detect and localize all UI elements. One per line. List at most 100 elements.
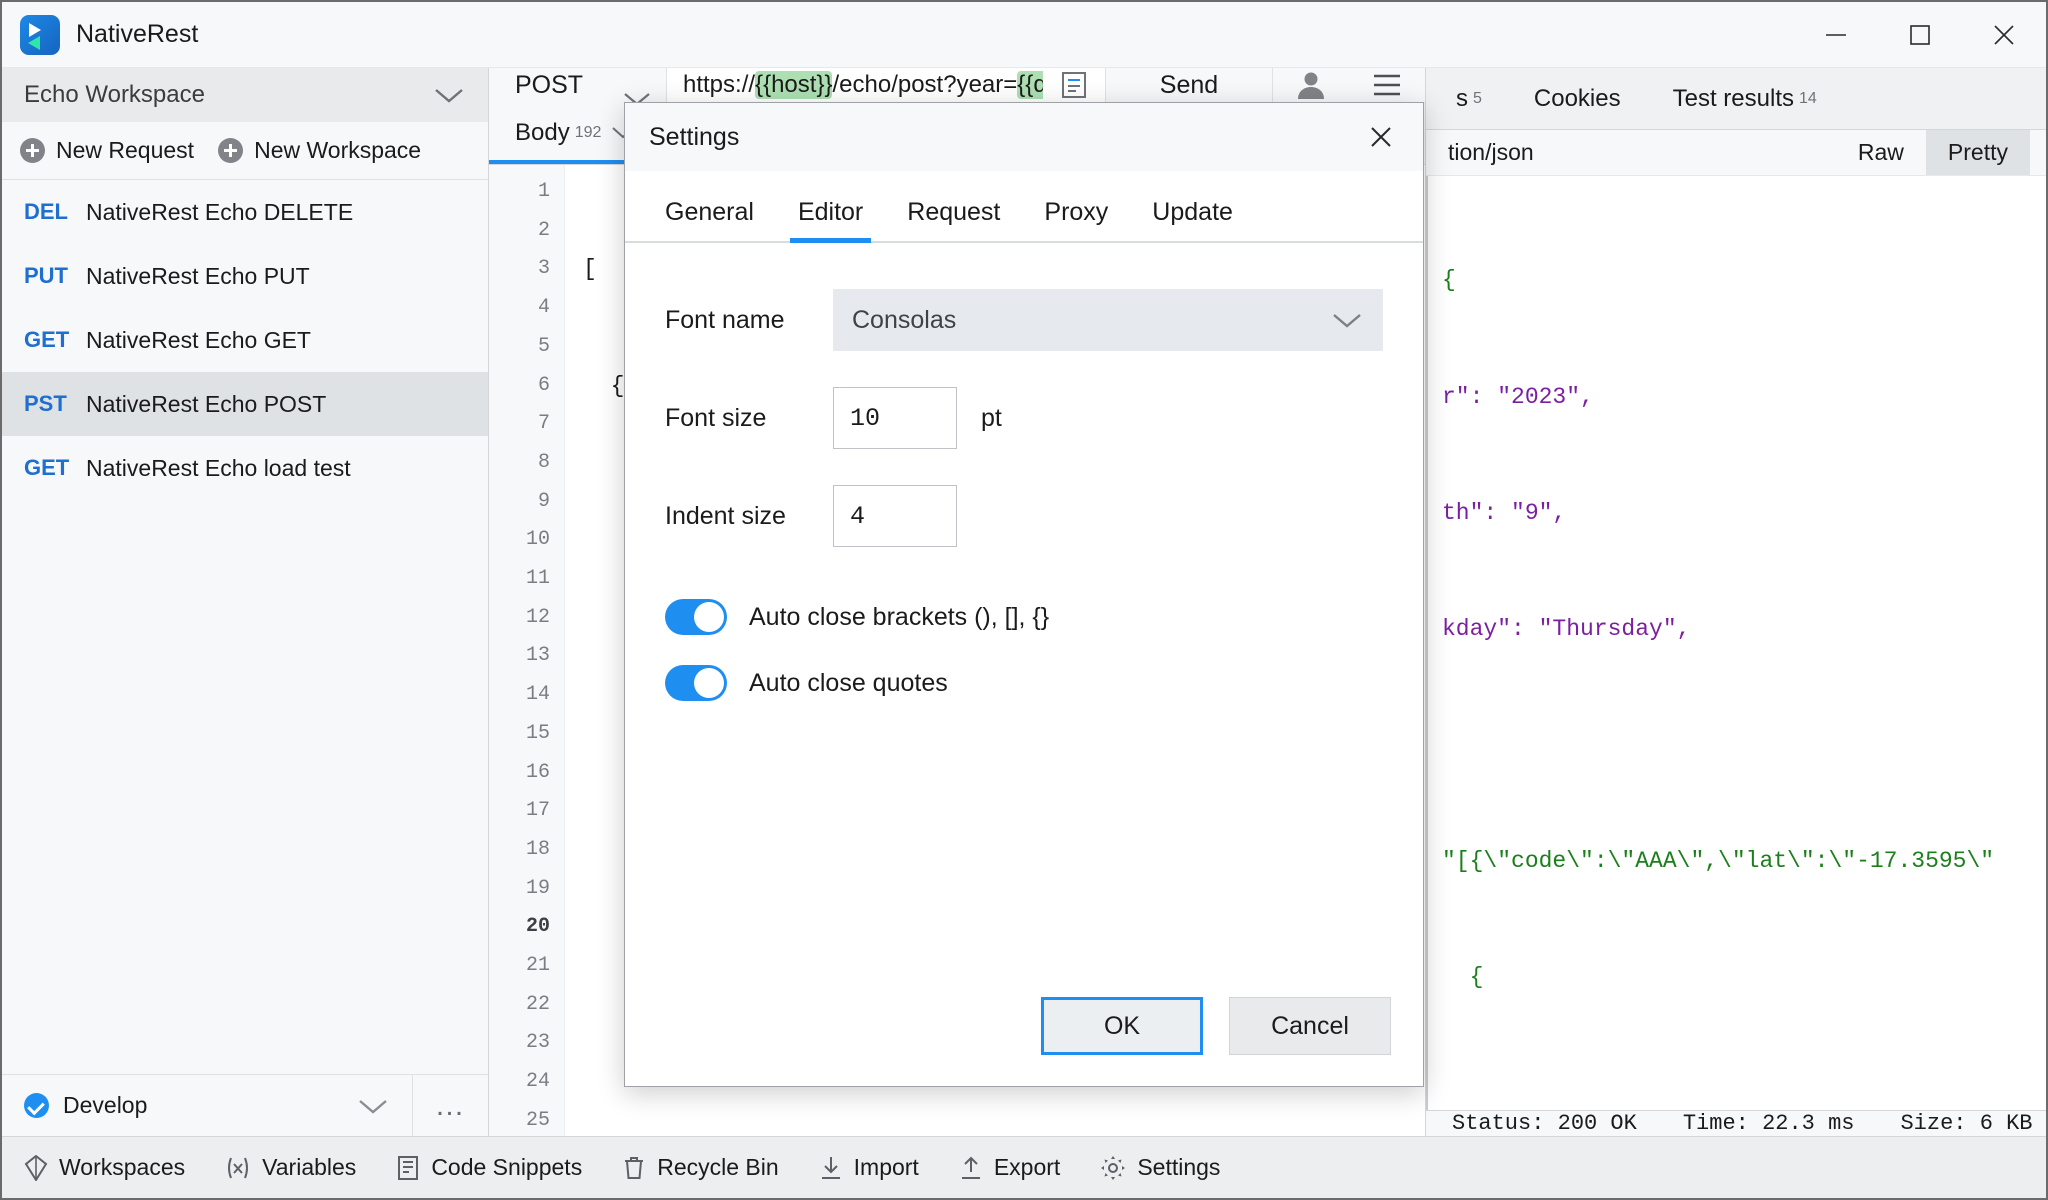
chevron-down-icon: [1330, 310, 1364, 330]
tab-update[interactable]: Update: [1130, 198, 1255, 241]
response-panel: s 5 Cookies Test results 14 tion/json Ra…: [1426, 68, 2046, 1136]
line-number: 3: [537, 257, 550, 281]
cancel-button[interactable]: Cancel: [1229, 997, 1391, 1055]
close-icon[interactable]: [1962, 3, 2046, 67]
toolbar-import-button[interactable]: Import: [819, 1154, 919, 1181]
response-size: Size: 6 KB: [1900, 1111, 2033, 1136]
new-request-label: New Request: [56, 137, 195, 163]
url-input[interactable]: https://{{host}}/echo/post?year={{date.f…: [667, 68, 1043, 102]
new-request-button[interactable]: New Request: [20, 137, 194, 164]
line-number: 5: [537, 334, 550, 358]
line-number: 4: [537, 296, 550, 320]
workspace-selector[interactable]: Echo Workspace: [2, 68, 488, 122]
minimize-icon[interactable]: [1794, 3, 1878, 67]
hamburger-menu-icon[interactable]: [1349, 68, 1425, 102]
settings-dialog-footer: OK Cancel: [625, 966, 1423, 1086]
content-type-label: tion/json: [1448, 139, 1534, 165]
tab-request[interactable]: Request: [885, 198, 1022, 241]
response-line: {: [1442, 267, 1456, 294]
sidebar-footer: Develop …: [2, 1074, 488, 1136]
new-workspace-button[interactable]: New Workspace: [218, 137, 421, 164]
tab-headers-badge: 5: [1473, 89, 1482, 107]
request-list: DEL NativeRest Echo DELETE PUT NativeRes…: [2, 180, 488, 1074]
tab-body-badge: 192: [574, 124, 602, 141]
toolbar-import-label: Import: [853, 1154, 919, 1180]
response-line: r": "2023",: [1442, 383, 1594, 410]
bottom-toolbar: Workspaces Variables Code Snippets Recyc…: [2, 1136, 2046, 1198]
user-icon[interactable]: [1273, 68, 1349, 102]
tab-body-label: Body: [515, 119, 570, 146]
ok-button[interactable]: OK: [1041, 997, 1203, 1055]
request-method-badge: PUT: [24, 263, 68, 288]
check-circle-icon: [24, 1093, 49, 1118]
view-mode-raw[interactable]: Raw: [1836, 130, 1926, 175]
tab-editor[interactable]: Editor: [776, 198, 885, 243]
request-name: NativeRest Echo DELETE: [86, 198, 354, 225]
plus-circle-icon: [218, 138, 244, 163]
environment-selector[interactable]: Develop: [2, 1075, 412, 1136]
settings-dialog-titlebar: Settings: [625, 103, 1423, 171]
tab-test-results-badge: 14: [1799, 89, 1817, 107]
more-options-button[interactable]: …: [412, 1075, 488, 1136]
font-name-row: Font name Consolas: [665, 289, 1383, 351]
list-item-selected[interactable]: PST NativeRest Echo POST: [2, 372, 488, 436]
line-number: 13: [525, 644, 550, 668]
toolbar-settings-button[interactable]: Settings: [1100, 1154, 1220, 1181]
url-bar: POST https://{{host}}/echo/post?year= {{d…: [489, 68, 1425, 106]
tab-headers[interactable]: s 5: [1430, 68, 1508, 130]
app-window: NativeRest Echo Workspace New Request Ne…: [0, 0, 2048, 1200]
response-line: [1442, 1074, 2046, 1110]
list-item[interactable]: DEL NativeRest Echo DELETE: [2, 180, 488, 244]
font-size-label: Font size: [665, 403, 767, 432]
tab-cookies[interactable]: Cookies: [1508, 68, 1647, 130]
line-number: 9: [537, 489, 550, 513]
auto-close-quotes-toggle[interactable]: [665, 665, 727, 701]
view-mode-toggle: Raw Pretty: [1836, 130, 2030, 175]
method-dropdown[interactable]: POST: [489, 68, 667, 106]
request-method-badge: GET: [24, 455, 70, 480]
view-mode-pretty[interactable]: Pretty: [1925, 130, 2030, 175]
toolbar-recycle-bin-button[interactable]: Recycle Bin: [622, 1154, 779, 1181]
response-line: kday": "Thursday",: [1442, 615, 1691, 642]
toolbar-export-button[interactable]: Export: [959, 1154, 1060, 1181]
line-number: 24: [525, 1070, 550, 1094]
request-name: NativeRest Echo POST: [86, 390, 327, 417]
line-number: 6: [537, 373, 550, 397]
close-icon[interactable]: [1353, 109, 1409, 165]
auto-close-brackets-toggle[interactable]: [665, 599, 727, 635]
send-button[interactable]: Send: [1105, 68, 1273, 102]
toolbar-code-snippets-button[interactable]: Code Snippets: [396, 1154, 582, 1181]
response-line: "[{\"code\":\"AAA\",\"lat\":\"-17.3595\": [1442, 847, 1995, 874]
indent-size-row: Indent size 4: [665, 485, 1383, 547]
list-item[interactable]: GET NativeRest Echo load test: [2, 436, 488, 500]
response-body[interactable]: { r": "2023", th": "9", kday": "Thursday…: [1426, 176, 2046, 1110]
line-number: 12: [525, 605, 550, 629]
auto-close-brackets-label: Auto close brackets (), [], {}: [749, 602, 1050, 631]
list-item[interactable]: PUT NativeRest Echo PUT: [2, 244, 488, 308]
font-size-input[interactable]: 10: [833, 387, 957, 449]
tab-general[interactable]: General: [643, 198, 776, 241]
code-generate-icon[interactable]: [1043, 68, 1105, 102]
settings-dialog-title: Settings: [649, 122, 740, 151]
list-item[interactable]: GET NativeRest Echo GET: [2, 308, 488, 372]
tab-proxy[interactable]: Proxy: [1022, 198, 1130, 241]
maximize-icon[interactable]: [1878, 3, 1962, 67]
settings-dialog: Settings General Editor Request Proxy Up…: [624, 102, 1424, 1087]
font-name-label: Font name: [665, 305, 785, 334]
line-number: 1: [537, 180, 550, 203]
response-line: th": "9",: [1442, 499, 1567, 526]
title-bar: NativeRest: [2, 2, 2046, 68]
response-status-bar: Status: 200 OK Time: 22.3 ms Size: 6 KB: [1426, 1110, 2046, 1136]
tab-test-results[interactable]: Test results 14: [1647, 68, 1843, 130]
toolbar-workspaces-button[interactable]: Workspaces: [24, 1154, 185, 1181]
line-number-active: 20: [525, 915, 550, 939]
line-number: 17: [525, 799, 550, 823]
gear-icon: [1100, 1155, 1126, 1181]
toolbar-variables-button[interactable]: Variables: [225, 1154, 356, 1181]
indent-size-input[interactable]: 4: [833, 485, 957, 547]
chevron-down-icon: [432, 85, 466, 105]
environment-name: Develop: [63, 1092, 148, 1118]
response-meta-bar: tion/json Raw Pretty: [1426, 130, 2046, 176]
request-method-badge: PST: [24, 391, 67, 416]
font-name-select[interactable]: Consolas: [833, 289, 1383, 351]
